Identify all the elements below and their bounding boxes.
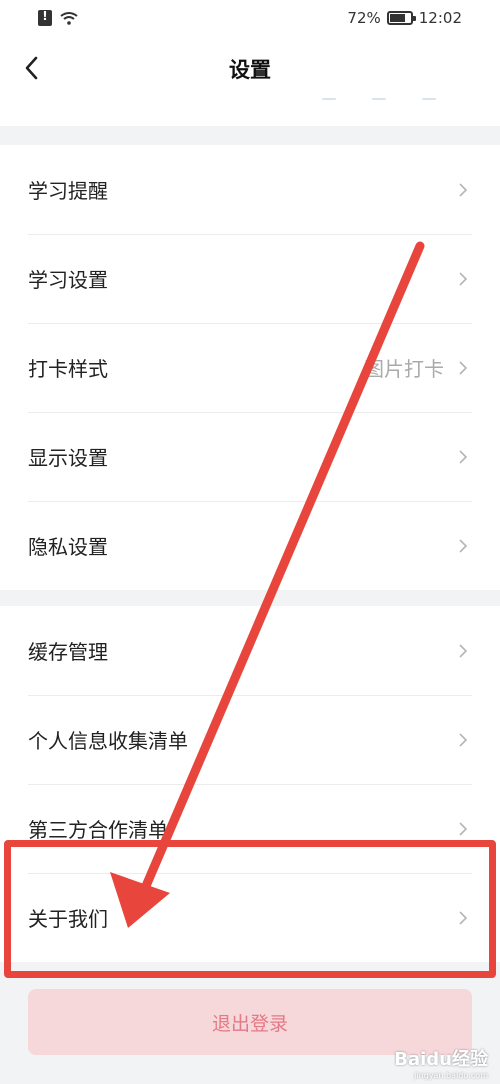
chevron-right-icon [459,449,468,464]
chevron-right-icon [459,643,468,658]
settings-row-personal-info-list[interactable]: 个人信息收集清单 [0,695,500,784]
chevron-right-icon [459,360,468,375]
row-label: 学习提醒 [28,179,108,203]
row-label: 隐私设置 [28,535,108,559]
page-title: 设置 [229,58,271,82]
status-right: 72% 12:02 [347,9,462,27]
wifi-icon [60,12,78,25]
sim-alert-icon [38,9,52,26]
watermark-url: jingyan.baidu.com [414,1071,488,1080]
chevron-right-icon [459,538,468,553]
status-bar: 72% 12:02 [0,0,500,40]
settings-row-about-us[interactable]: 关于我们 [0,873,500,962]
chevron-right-icon [459,821,468,836]
battery-percent: 72% [347,9,381,27]
scrolled-content-peek [322,98,436,100]
chevron-right-icon [459,271,468,286]
settings-row-privacy[interactable]: 隐私设置 [0,501,500,590]
settings-row-study-settings[interactable]: 学习设置 [0,234,500,323]
settings-group-other: 缓存管理 个人信息收集清单 第三方合作清单 关于我们 [0,606,500,962]
battery-icon [386,11,416,25]
row-label: 学习设置 [28,268,108,292]
row-label: 显示设置 [28,446,108,470]
settings-row-checkin-style[interactable]: 打卡样式 图片打卡 [0,323,500,412]
watermark-logo: Baidu经验 jingyan.baidu.com [394,1045,488,1080]
nav-bar: 设置 [0,40,500,126]
chevron-right-icon [459,732,468,747]
settings-row-study-reminder[interactable]: 学习提醒 [0,145,500,234]
clock: 12:02 [418,9,462,27]
row-label: 关于我们 [28,907,108,931]
chevron-right-icon [459,910,468,925]
watermark-brand: Baidu经验 [394,1049,488,1070]
settings-group-study: 学习提醒 学习设置 打卡样式 图片打卡 显示设置 隐私设置 [0,145,500,590]
chevron-right-icon [459,182,468,197]
row-label: 个人信息收集清单 [28,729,188,753]
row-label: 打卡样式 [28,357,108,381]
settings-row-cache[interactable]: 缓存管理 [0,606,500,695]
row-value: 图片打卡 [364,357,444,381]
settings-row-third-party-list[interactable]: 第三方合作清单 [0,784,500,873]
status-left [38,9,78,26]
row-label: 第三方合作清单 [28,818,168,842]
settings-row-display[interactable]: 显示设置 [0,412,500,501]
row-label: 缓存管理 [28,640,108,664]
